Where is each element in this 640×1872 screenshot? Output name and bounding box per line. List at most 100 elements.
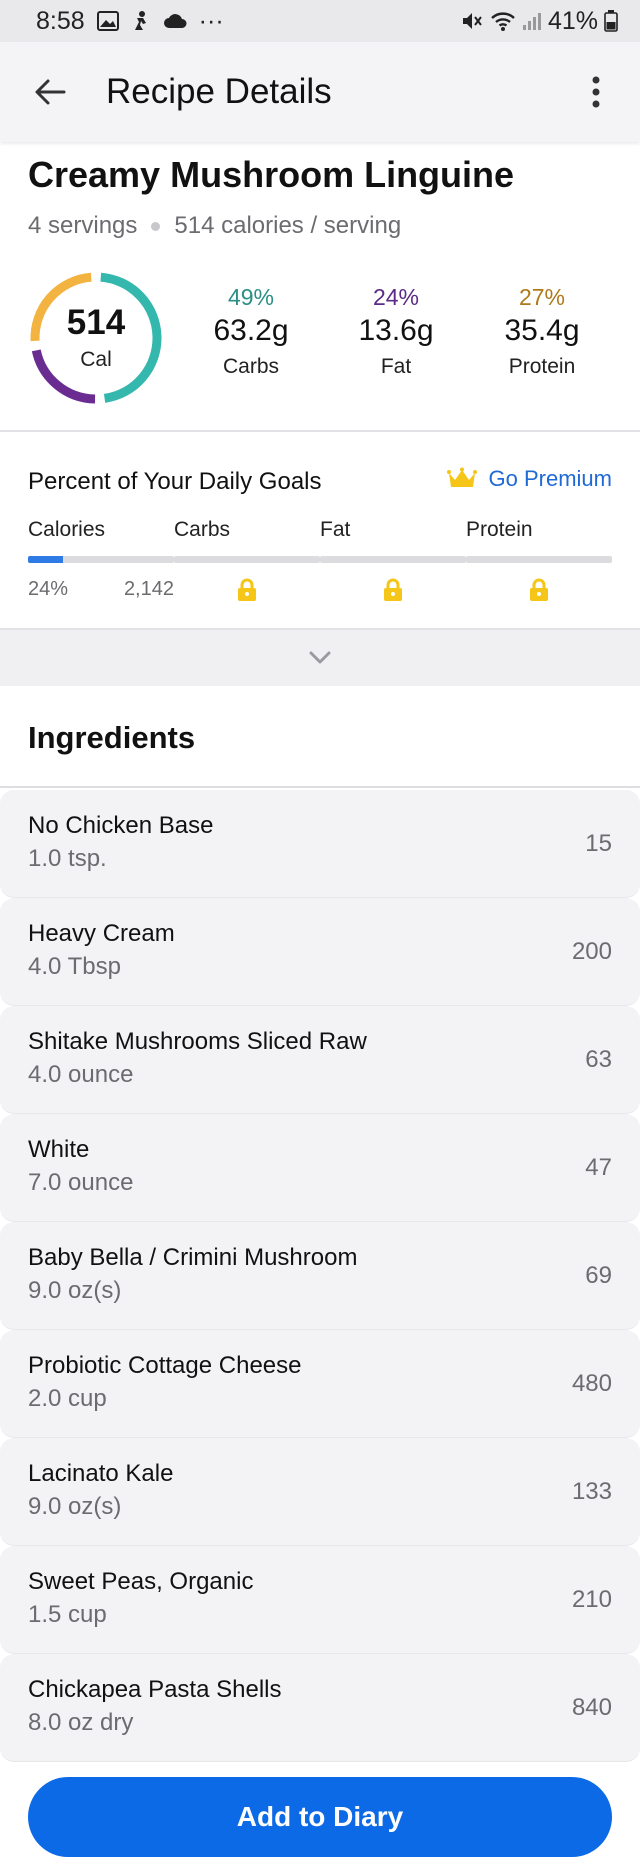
lock-icon bbox=[530, 578, 548, 601]
goal-calories-target: 2,142 bbox=[123, 578, 174, 600]
ingredient-quantity: 4.0 Tbsp bbox=[28, 953, 121, 980]
status-time: 8:58 bbox=[36, 6, 85, 35]
ingredient-name: No Chicken Base bbox=[28, 812, 214, 839]
fitness-icon bbox=[131, 10, 151, 32]
macro-protein: 27% 35.4g Protein bbox=[469, 286, 615, 379]
macro-fat: 24% 13.6g Fat bbox=[323, 286, 469, 379]
bottom-action-bar: Add to Diary bbox=[0, 1765, 640, 1872]
macro-carbs: 49% 63.2g Carbs bbox=[178, 286, 324, 379]
signal-icon bbox=[522, 11, 542, 31]
ingredient-name: Lacinato Kale bbox=[28, 1460, 174, 1487]
go-premium-label: Go Premium bbox=[488, 466, 612, 491]
goal-calories-label: Calories bbox=[28, 518, 106, 541]
lock-icon bbox=[238, 578, 256, 601]
ingredient-quantity: 9.0 oz(s) bbox=[28, 1277, 122, 1304]
ingredient-name: Chickapea Pasta Shells bbox=[28, 1676, 282, 1703]
ingredient-quantity: 2.0 cup bbox=[28, 1385, 107, 1412]
crown-icon bbox=[446, 467, 477, 487]
ingredient-calories: 133 bbox=[571, 1478, 612, 1505]
ingredient-name: Shitake Mushrooms Sliced Raw bbox=[28, 1028, 367, 1055]
cloud-icon bbox=[163, 13, 187, 29]
ingredient-calories: 200 bbox=[571, 938, 612, 965]
ingredient-name: Baby Bella / Crimini Mushroom bbox=[28, 1244, 358, 1271]
macro-fat-percent: 24% bbox=[372, 284, 420, 310]
ingredient-quantity: 1.5 cup bbox=[28, 1601, 107, 1628]
goal-calories-fill bbox=[28, 556, 64, 563]
more-options-button[interactable] bbox=[576, 62, 616, 122]
add-to-diary-button[interactable]: Add to Diary bbox=[28, 1777, 612, 1857]
goal-fat-lock[interactable] bbox=[320, 578, 466, 602]
ingredient-calories: 15 bbox=[585, 830, 612, 857]
goal-protein-lock[interactable] bbox=[466, 578, 612, 602]
goal-calories-stats: 24% 2,142 bbox=[28, 578, 174, 601]
ingredient-name: Heavy Cream bbox=[28, 920, 175, 947]
goal-carbs-lock[interactable] bbox=[174, 578, 320, 602]
ingredient-quantity: 1.0 tsp. bbox=[28, 845, 107, 872]
macro-protein-label: Protein bbox=[508, 354, 576, 378]
ingredient-quantity: 8.0 oz dry bbox=[28, 1709, 134, 1736]
ingredient-item[interactable]: White 7.0 ounce 47 bbox=[0, 1114, 640, 1222]
chevron-down-icon bbox=[309, 651, 331, 664]
macro-protein-percent: 27% bbox=[518, 284, 566, 310]
goal-protein-label: Protein bbox=[466, 518, 533, 541]
ingredient-name: Probiotic Cottage Cheese bbox=[28, 1352, 302, 1379]
page-title: Recipe Details bbox=[106, 72, 332, 111]
back-button[interactable] bbox=[20, 62, 80, 122]
goal-calories-track bbox=[28, 556, 174, 563]
gallery-icon bbox=[96, 11, 119, 31]
macro-fat-grams: 13.6g bbox=[358, 314, 434, 347]
ingredient-quantity: 4.0 ounce bbox=[28, 1061, 134, 1088]
ingredient-item[interactable]: Heavy Cream 4.0 Tbsp 200 bbox=[0, 898, 640, 1006]
recipe-summary: Creamy Mushroom Linguine 4 servings 514 … bbox=[0, 142, 640, 432]
calorie-ring-center: 514 Cal bbox=[28, 270, 164, 406]
ingredient-calories: 69 bbox=[585, 1262, 612, 1289]
calorie-unit: Cal bbox=[80, 347, 112, 371]
expand-nutrition-button[interactable] bbox=[0, 628, 640, 686]
arrow-left-icon bbox=[35, 79, 66, 105]
ingredient-quantity: 7.0 ounce bbox=[28, 1169, 134, 1196]
ingredient-item[interactable]: No Chicken Base 1.0 tsp. 15 bbox=[0, 790, 640, 898]
recipe-title: Creamy Mushroom Linguine bbox=[28, 154, 515, 195]
daily-goals-section: Percent of Your Daily Goals Go Premium C… bbox=[0, 432, 640, 628]
battery-percent: 41% bbox=[547, 6, 598, 35]
ingredient-calories: 210 bbox=[571, 1586, 612, 1613]
ingredient-item[interactable]: Baby Bella / Crimini Mushroom 9.0 oz(s) … bbox=[0, 1222, 640, 1330]
ingredient-item[interactable]: Sweet Peas, Organic 1.5 cup 210 bbox=[0, 1546, 640, 1654]
daily-goals-title: Percent of Your Daily Goals bbox=[28, 468, 322, 495]
app-bar: Recipe Details bbox=[0, 42, 640, 142]
ingredient-item[interactable]: Shitake Mushrooms Sliced Raw 4.0 ounce 6… bbox=[0, 1006, 640, 1114]
ingredient-name: White bbox=[28, 1136, 90, 1163]
status-bar: 8:58 ··· 41% bbox=[0, 0, 640, 42]
calories-per-serving: 514 calories / serving bbox=[174, 212, 402, 239]
servings-count: 4 servings bbox=[28, 212, 138, 239]
macro-carbs-grams: 63.2g bbox=[213, 314, 289, 347]
macro-protein-grams: 35.4g bbox=[504, 314, 580, 347]
ingredient-item[interactable]: Lacinato Kale 9.0 oz(s) 133 bbox=[0, 1438, 640, 1546]
goal-carbs: Carbs bbox=[174, 518, 320, 601]
goal-fat-track bbox=[320, 556, 466, 563]
recipe-meta: 4 servings 514 calories / serving bbox=[28, 212, 401, 240]
battery-icon bbox=[604, 10, 618, 32]
ingredient-list: No Chicken Base 1.0 tsp. 15 Heavy Cream … bbox=[0, 790, 640, 1765]
macro-fat-label: Fat bbox=[380, 354, 412, 378]
goal-carbs-label: Carbs bbox=[174, 518, 231, 541]
status-left: 8:58 ··· bbox=[36, 7, 224, 36]
goal-calories-percent: 24% bbox=[28, 578, 69, 600]
separator-dot bbox=[151, 221, 161, 231]
ingredient-item[interactable]: Chickapea Pasta Shells 8.0 oz dry 840 bbox=[0, 1654, 640, 1762]
ingredient-calories: 47 bbox=[585, 1154, 612, 1181]
go-premium-link[interactable]: Go Premium bbox=[446, 466, 612, 492]
ingredient-quantity: 9.0 oz(s) bbox=[28, 1493, 122, 1520]
ingredient-item[interactable]: Probiotic Cottage Cheese 2.0 cup 480 bbox=[0, 1330, 640, 1438]
goal-calories: Calories 24% 2,142 bbox=[28, 518, 174, 600]
more-notifications-icon: ··· bbox=[198, 6, 224, 35]
calorie-value: 514 bbox=[66, 302, 126, 342]
goal-protein-track bbox=[466, 556, 612, 563]
wifi-icon bbox=[490, 10, 516, 32]
ingredients-title: Ingredients bbox=[28, 720, 196, 755]
lock-icon bbox=[384, 578, 402, 601]
ingredient-calories: 840 bbox=[571, 1694, 612, 1721]
ingredient-name: Sweet Peas, Organic bbox=[28, 1568, 254, 1595]
status-right: 41% bbox=[460, 7, 618, 36]
goal-fat: Fat bbox=[320, 518, 466, 601]
